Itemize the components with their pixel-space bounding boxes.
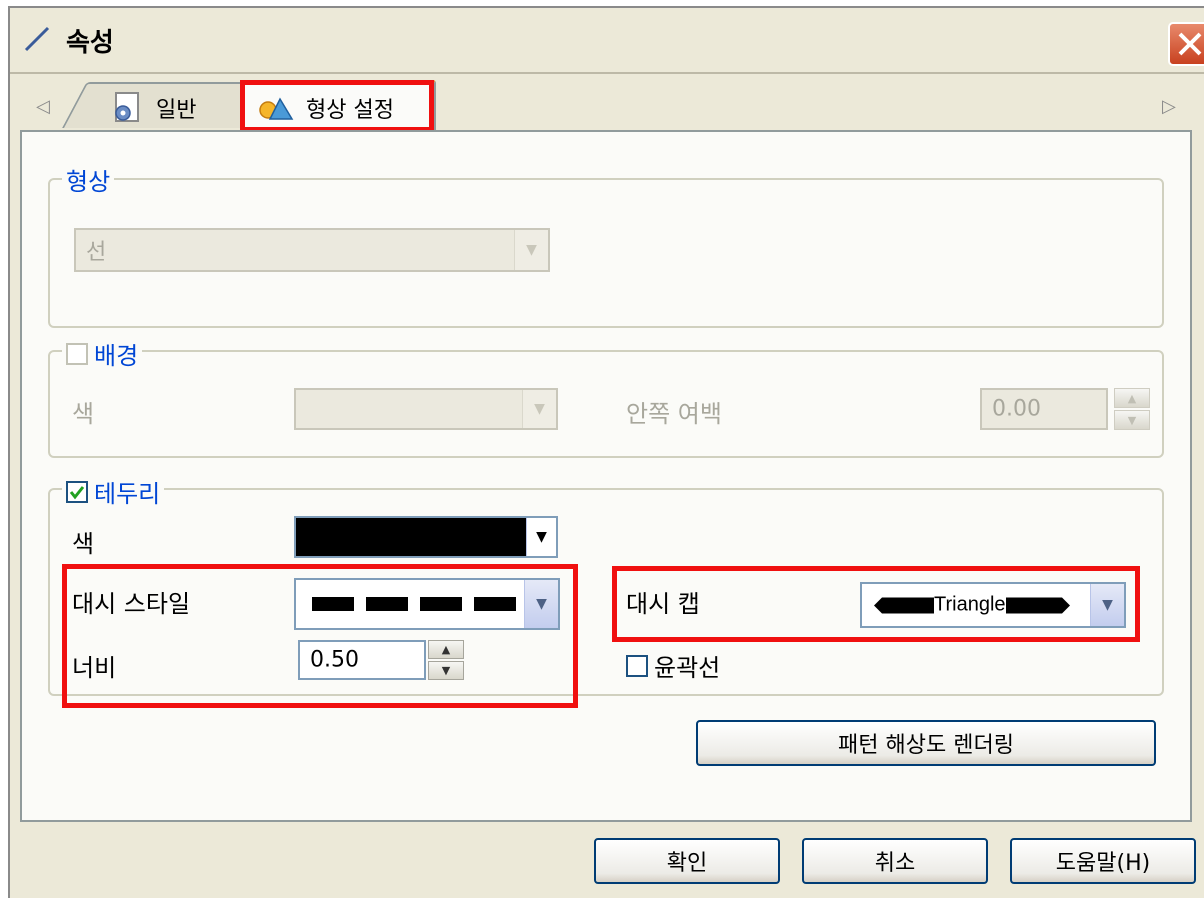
tab-scroll-left-icon[interactable]: ◁ bbox=[36, 96, 50, 117]
padding-spinner[interactable]: ▲ ▼ bbox=[1114, 388, 1150, 430]
chevron-down-icon: ▼ bbox=[514, 230, 548, 270]
spin-down-icon[interactable]: ▼ bbox=[1114, 410, 1150, 430]
tab-general-label: 일반 bbox=[156, 98, 197, 123]
outline-label: 윤곽선 bbox=[654, 654, 721, 682]
help-button[interactable]: 도움말(H) bbox=[1010, 838, 1196, 884]
close-icon bbox=[1178, 32, 1202, 56]
shape-type-select[interactable]: 선 ▼ bbox=[74, 228, 550, 272]
line-tool-icon bbox=[24, 26, 50, 52]
border-group-legend: 테두리 bbox=[62, 474, 165, 509]
tab-general[interactable]: 일반 bbox=[110, 88, 196, 128]
padding-value: 0.00 bbox=[992, 396, 1041, 422]
border-legend-label: 테두리 bbox=[94, 480, 161, 508]
spin-up-icon[interactable]: ▲ bbox=[1114, 388, 1150, 408]
chevron-down-icon: ▼ bbox=[526, 518, 556, 556]
checkmark-icon bbox=[69, 485, 85, 499]
background-group-legend: 배경 bbox=[62, 336, 143, 371]
dash-width-highlight-box bbox=[62, 564, 578, 708]
window-title: 속성 bbox=[66, 28, 114, 58]
document-settings-icon bbox=[115, 92, 139, 122]
outline-option[interactable]: 윤곽선 bbox=[626, 648, 720, 683]
tab-scroll-right-icon[interactable]: ▷ bbox=[1162, 96, 1176, 117]
background-checkbox[interactable] bbox=[66, 342, 88, 365]
background-legend-label: 배경 bbox=[94, 342, 139, 370]
border-color-label: 색 bbox=[72, 530, 95, 558]
padding-label: 안쪽 여백 bbox=[626, 400, 722, 428]
border-color-select[interactable]: ▼ bbox=[294, 516, 558, 558]
outline-checkbox[interactable] bbox=[626, 654, 648, 677]
cancel-button[interactable]: 취소 bbox=[802, 838, 988, 884]
shape-type-value: 선 bbox=[86, 240, 107, 265]
background-color-select[interactable]: ▼ bbox=[294, 388, 558, 430]
title-bar: 속성 bbox=[10, 8, 1204, 74]
dash-cap-highlight-box bbox=[612, 566, 1140, 642]
close-button[interactable] bbox=[1168, 22, 1204, 66]
tab-highlight-box bbox=[240, 80, 434, 132]
chevron-down-icon: ▼ bbox=[522, 390, 556, 428]
background-color-label: 색 bbox=[72, 400, 95, 428]
padding-input[interactable]: 0.00 bbox=[980, 388, 1108, 430]
shape-group-legend: 형상 bbox=[62, 162, 115, 197]
tab-panel: 형상 선 ▼ 배경 색 ▼ 안쪽 여백 0.00 ▲ ▼ 테두리 색 ▼ 대시 … bbox=[20, 130, 1192, 822]
border-checkbox[interactable] bbox=[66, 480, 88, 503]
ok-button[interactable]: 확인 bbox=[594, 838, 780, 884]
render-pattern-button[interactable]: 패턴 해상도 렌더링 bbox=[696, 720, 1156, 766]
